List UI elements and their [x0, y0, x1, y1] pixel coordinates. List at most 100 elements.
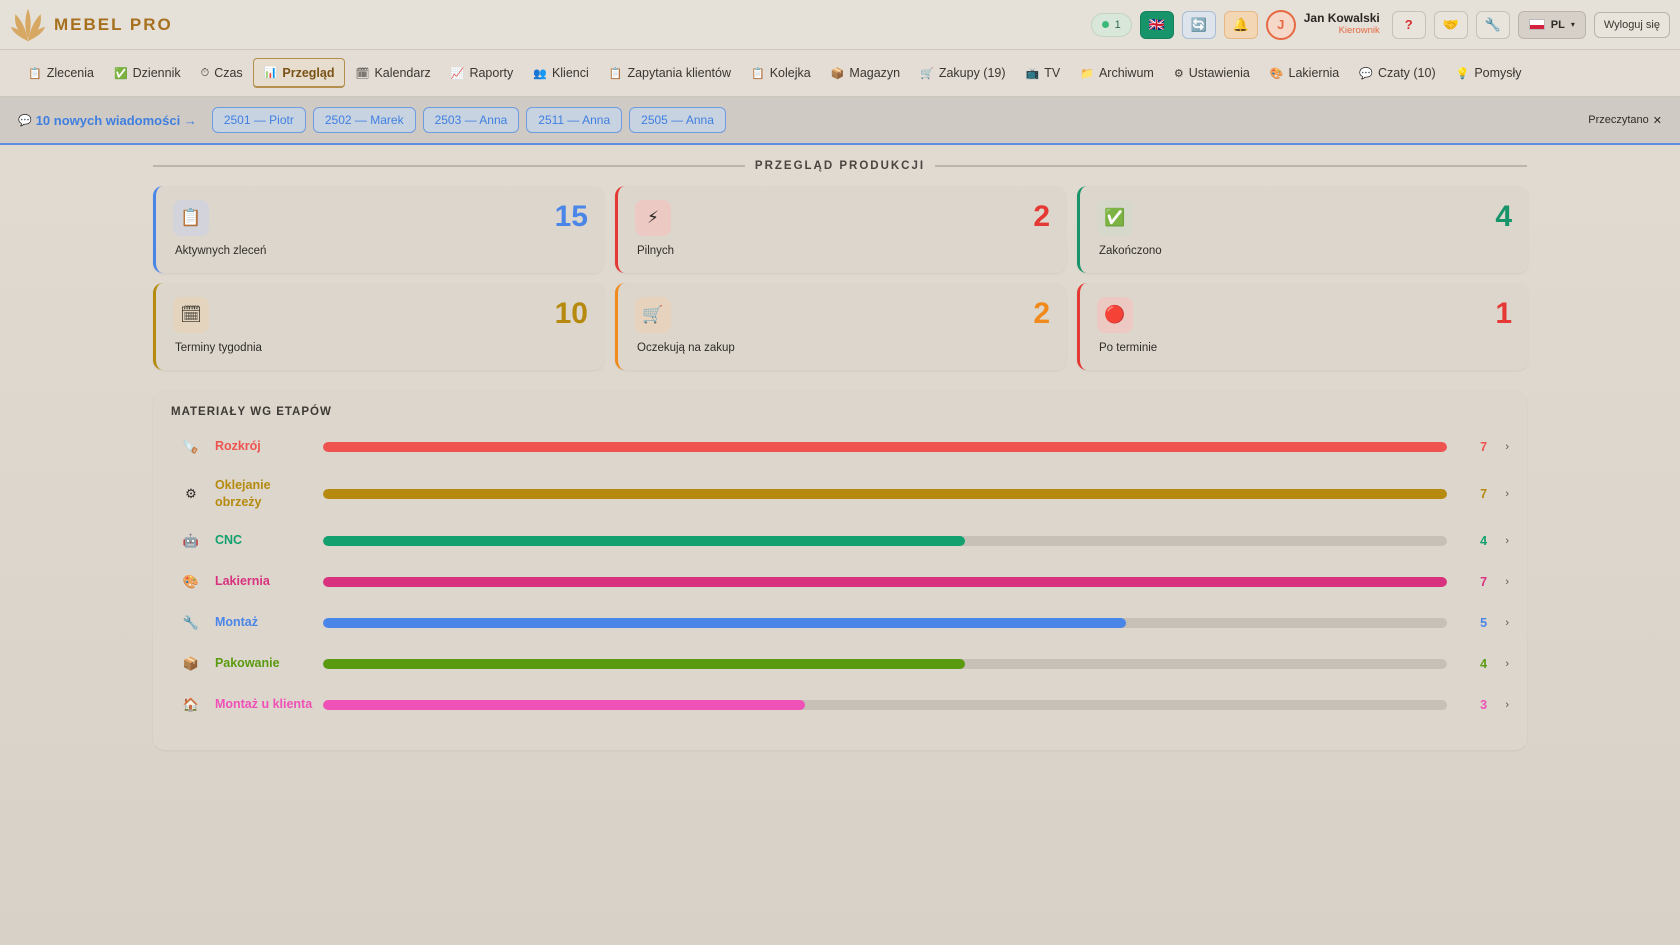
stat-card-oczekuja-na-zakup[interactable]: 🛒 Oczekują na zakup 2 — [615, 283, 1066, 370]
stage-list: 🪚 Rozkrój 7 › ⚙ Oklejanie obrzeży 7 › 🤖 CNC 4 › 🎨 Lak… — [171, 426, 1509, 725]
montaz-u-klienta-icon: 🏠 — [182, 696, 200, 712]
lakiernia-icon: 🎨 — [182, 573, 200, 589]
tab-pomysly[interactable]: 💡 Pomysły — [1446, 58, 1532, 88]
stat-card-po-terminie[interactable]: 🔴 Po terminie 1 — [1077, 283, 1528, 370]
message-chip[interactable]: 2503 — Anna — [422, 107, 520, 133]
stage-count: 7 — [1480, 574, 1488, 589]
logo[interactable]: MEBEL PRO — [10, 7, 173, 43]
ustawienia-icon: ⚙ — [1173, 67, 1184, 80]
kalendarz-icon: 🗓 — [355, 67, 370, 80]
tab-kolejka[interactable]: 📋 Kolejka — [741, 58, 821, 88]
tab-czaty-10[interactable]: 💬 Czaty (10) — [1349, 58, 1445, 88]
divider — [935, 165, 1527, 167]
stage-progress-fill — [322, 658, 966, 669]
stage-row-montaz-u-klienta[interactable]: 🏠 Montaż u klienta 3 › — [171, 684, 1509, 725]
mark-read-label: Przeczytano — [1588, 114, 1649, 126]
stage-row-oklejanie-obrzezy[interactable]: ⚙ Oklejanie obrzeży 7 › — [171, 467, 1509, 520]
stat-card-zakonczono[interactable]: ✅ Zakończono 4 — [1077, 186, 1528, 273]
language-select[interactable]: PL ▾ — [1517, 10, 1586, 39]
zlecenia-icon: 📋 — [28, 67, 42, 80]
tab-dziennik[interactable]: ✅ Dziennik — [104, 58, 191, 88]
online-dot-icon — [1101, 21, 1109, 28]
stage-count: 3 — [1480, 697, 1488, 712]
stage-row-lakiernia[interactable]: 🎨 Lakiernia 7 › — [171, 561, 1509, 602]
chevron-right-icon: › — [1505, 698, 1509, 711]
stage-row-pakowanie[interactable]: 📦 Pakowanie 4 › — [171, 643, 1509, 684]
tab-lakiernia[interactable]: 🎨 Lakiernia — [1260, 58, 1349, 88]
stage-progress-track — [322, 441, 1448, 452]
stage-row-montaz[interactable]: 🔧 Montaż 5 › — [171, 602, 1509, 643]
theme-button[interactable]: 🤝 — [1433, 10, 1468, 39]
tools-button[interactable]: 🔧 — [1475, 10, 1510, 39]
language-flag-button[interactable]: 🇬🇧 — [1139, 10, 1174, 39]
divider — [153, 165, 745, 167]
zakonczono-icon: ✅ — [1097, 200, 1133, 236]
help-button[interactable]: ? — [1391, 10, 1426, 39]
logout-button[interactable]: Wyloguj się — [1593, 11, 1670, 38]
stat-card-aktywnych-zlecen[interactable]: 📋 Aktywnych zleceń 15 — [153, 186, 604, 273]
stat-label: Oczekują na zakup — [637, 342, 735, 354]
notifications-button[interactable]: 🔔 — [1223, 10, 1258, 39]
tab-przeglad[interactable]: 📊 Przegląd — [252, 58, 346, 88]
refresh-button[interactable]: 🔄 — [1181, 10, 1216, 39]
stage-name: Oklejanie obrzeży — [214, 478, 271, 509]
stage-progress-fill — [322, 535, 966, 546]
tab-tv[interactable]: 📺 TV — [1016, 58, 1071, 88]
tab-raporty[interactable]: 📈 Raporty — [441, 58, 523, 88]
wrench-icon: 🔧 — [1484, 16, 1501, 32]
tab-czas[interactable]: ⏱ Czas — [191, 58, 253, 88]
montaz-icon: 🔧 — [182, 614, 200, 630]
stat-label: Po terminie — [1099, 342, 1158, 354]
messages-notification-bar: 💬 10 nowych wiadomości → 2501 — Piotr 250… — [0, 97, 1680, 145]
tab-zakupy-19[interactable]: 🛒 Zakupy (19) — [910, 58, 1015, 88]
tab-zlecenia[interactable]: 📋 Zlecenia — [18, 58, 104, 88]
tab-klienci[interactable]: 👥 Klienci — [523, 58, 599, 88]
pomysly-icon: 💡 — [1455, 67, 1470, 80]
zapytania-klientow-icon: 📋 — [608, 67, 623, 80]
overview-section-title: PRZEGLĄD PRODUKCJI — [153, 160, 1527, 172]
stat-card-terminy-tygodnia[interactable]: 🗓 Terminy tygodnia 10 — [153, 283, 604, 370]
tab-archiwum[interactable]: 📁 Archiwum — [1070, 58, 1164, 88]
tab-kalendarz[interactable]: 🗓 Kalendarz — [345, 58, 440, 88]
tab-label: Zlecenia — [46, 66, 94, 80]
new-messages-link[interactable]: 💬 10 nowych wiadomości → — [18, 113, 197, 128]
chevron-right-icon: › — [1505, 616, 1509, 629]
stage-row-cnc[interactable]: 🤖 CNC 4 › — [171, 520, 1509, 561]
stat-label: Pilnych — [637, 245, 675, 257]
stat-label: Zakończono — [1099, 245, 1162, 257]
stat-label: Terminy tygodnia — [175, 342, 262, 354]
stage-row-rozkroj[interactable]: 🪚 Rozkrój 7 › — [171, 426, 1509, 467]
message-chip[interactable]: 2505 — Anna — [629, 107, 726, 133]
chevron-right-icon: › — [1505, 575, 1509, 588]
lakiernia-icon: 🎨 — [1269, 67, 1284, 80]
stage-count: 4 — [1480, 656, 1488, 671]
chevron-right-icon: › — [1505, 657, 1509, 670]
refresh-icon: 🔄 — [1190, 16, 1207, 32]
archiwum-icon: 📁 — [1080, 67, 1094, 80]
online-users-badge[interactable]: 1 — [1090, 12, 1132, 37]
tab-label: Archiwum — [1098, 66, 1154, 80]
stat-card-pilnych[interactable]: ⚡ Pilnych 2 — [615, 186, 1066, 273]
tab-zapytania-klientow[interactable]: 📋 Zapytania klientów — [599, 58, 741, 88]
stage-name: Lakiernia — [214, 574, 270, 589]
czaty-10-icon: 💬 — [1359, 67, 1373, 80]
message-chip[interactable]: 2502 — Marek — [312, 107, 416, 133]
avatar[interactable]: J — [1265, 9, 1296, 40]
rozkroj-icon: 🪚 — [182, 438, 200, 454]
message-chip[interactable]: 2501 — Piotr — [211, 107, 306, 133]
message-chip[interactable]: 2511 — Anna — [526, 107, 623, 133]
stage-progress-track — [322, 617, 1448, 628]
stage-progress-fill — [322, 576, 1448, 587]
tab-magazyn[interactable]: 📦 Magazyn — [821, 58, 910, 88]
chevron-right-icon: › — [1505, 487, 1509, 500]
tab-label: Lakiernia — [1288, 66, 1340, 80]
oczekuja-na-zakup-icon: 🛒 — [635, 297, 671, 333]
tab-ustawienia[interactable]: ⚙ Ustawienia — [1164, 58, 1260, 88]
flag-pl-icon — [1528, 19, 1545, 30]
close-icon: ✕ — [1652, 114, 1662, 127]
leaf-logo-icon — [10, 8, 46, 41]
stat-cards: 📋 Aktywnych zleceń 15 ⚡ Pilnych 2 ✅ Zakończono 4… — [153, 186, 1528, 370]
dziennik-icon: ✅ — [113, 67, 128, 80]
stage-progress-track — [322, 535, 1448, 546]
mark-read-button[interactable]: Przeczytano ✕ — [1588, 114, 1662, 127]
